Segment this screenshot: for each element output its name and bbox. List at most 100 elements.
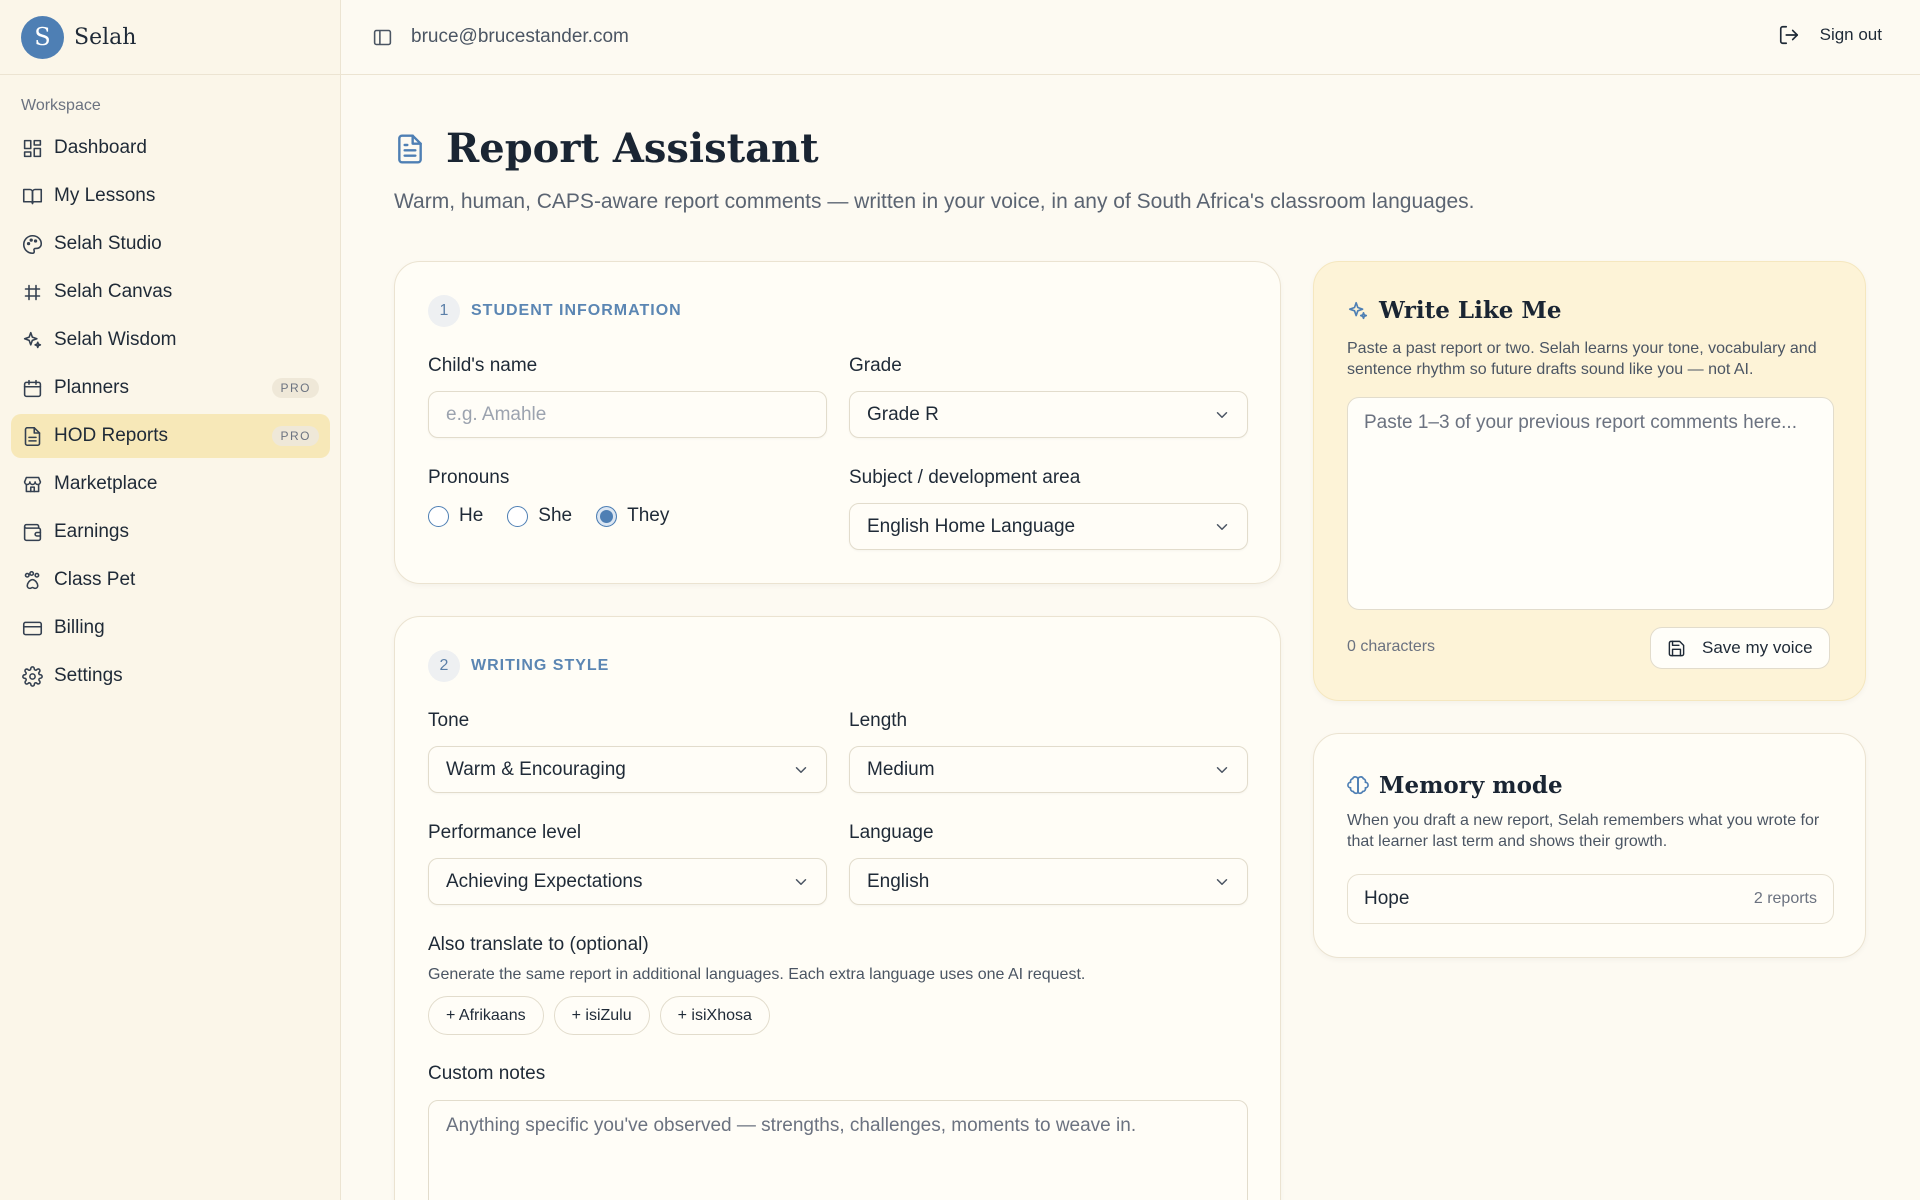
page-subtitle: Warm, human, CAPS-aware report comments … bbox=[394, 190, 1475, 213]
sidebar-item-label: Selah Canvas bbox=[54, 281, 173, 302]
length-select[interactable]: Medium bbox=[849, 746, 1248, 793]
document-icon bbox=[398, 133, 422, 164]
radio-circle-selected bbox=[596, 505, 618, 527]
translate-help: Generate the same report in additional l… bbox=[428, 966, 1086, 983]
length-label: Length bbox=[849, 710, 908, 731]
sidebar-toggle-icon[interactable] bbox=[370, 25, 394, 49]
book-icon bbox=[21, 185, 43, 207]
chevron-down-icon bbox=[1216, 411, 1228, 418]
sidebar-item-label: HOD Reports bbox=[54, 425, 169, 446]
pronoun-radio-she[interactable]: She bbox=[507, 505, 572, 527]
student-information-card: 1 STUDENT INFORMATION Child's name e.g. … bbox=[394, 261, 1281, 584]
sidebar-item-selah-studio[interactable]: Selah Studio bbox=[11, 222, 330, 266]
custom-notes-textarea[interactable]: Anything specific you've observed — stre… bbox=[428, 1100, 1248, 1200]
store-icon bbox=[21, 473, 43, 495]
brand[interactable]: S Selah bbox=[0, 0, 340, 75]
radio-label: He bbox=[459, 505, 484, 526]
sidebar-item-my-lessons[interactable]: My Lessons bbox=[11, 174, 330, 218]
user-email: bruce@brucestander.com bbox=[411, 26, 629, 47]
grade-value: Grade R bbox=[867, 403, 939, 425]
step-title: STUDENT INFORMATION bbox=[471, 302, 682, 319]
write-like-me-title-text: Write Like Me bbox=[1379, 297, 1562, 324]
language-label: Language bbox=[849, 822, 934, 843]
save-my-voice-button[interactable]: Save my voice bbox=[1650, 627, 1830, 669]
sidebar-item-planners[interactable]: Planners PRO bbox=[11, 366, 330, 410]
sidebar-item-label: Settings bbox=[54, 665, 123, 686]
sidebar-item-label: Planners bbox=[54, 377, 129, 398]
wallet-icon bbox=[21, 521, 43, 543]
sparkles-icon bbox=[21, 329, 43, 351]
sidebar: S Selah Workspace Dashboard My Lessons S… bbox=[0, 0, 341, 1200]
pronoun-radio-they[interactable]: They bbox=[596, 505, 669, 527]
sign-out-label: Sign out bbox=[1819, 25, 1882, 44]
sign-out-button[interactable]: Sign out bbox=[1778, 24, 1882, 46]
sidebar-item-billing[interactable]: Billing bbox=[11, 606, 330, 650]
writing-style-card: 2 WRITING STYLE Tone Warm & Encouraging … bbox=[394, 616, 1281, 1200]
learner-report-count: 2 reports bbox=[1753, 890, 1817, 907]
chevron-down-icon bbox=[1216, 766, 1228, 773]
radio-circle bbox=[428, 505, 449, 527]
write-like-me-title: Write Like Me bbox=[1347, 297, 1562, 324]
memory-mode-card: Memory mode When you draft a new report,… bbox=[1313, 733, 1866, 958]
sidebar-item-class-pet[interactable]: Class Pet bbox=[11, 558, 330, 602]
child-name-label: Child's name bbox=[428, 355, 538, 376]
gear-icon bbox=[21, 665, 43, 687]
palette-icon bbox=[21, 233, 43, 255]
sidebar-item-earnings[interactable]: Earnings bbox=[11, 510, 330, 554]
pronoun-radio-he[interactable]: He bbox=[428, 505, 483, 527]
sidebar-item-label: Selah Wisdom bbox=[54, 329, 177, 350]
sidebar-item-label: Marketplace bbox=[54, 473, 158, 494]
page-title: Report Assistant bbox=[446, 125, 819, 172]
learner-name: Hope bbox=[1364, 888, 1410, 909]
translate-chips: + Afrikaans + isiZulu + isiXhosa bbox=[428, 996, 780, 1035]
radio-label: They bbox=[627, 505, 670, 526]
save-icon bbox=[1668, 640, 1685, 656]
length-value: Medium bbox=[867, 758, 935, 780]
step-header: 2 WRITING STYLE bbox=[428, 650, 609, 682]
sidebar-item-selah-wisdom[interactable]: Selah Wisdom bbox=[11, 318, 330, 362]
subject-select[interactable]: English Home Language bbox=[849, 503, 1248, 550]
memory-mode-title-text: Memory mode bbox=[1379, 772, 1563, 799]
voice-sample-textarea[interactable]: Paste 1–3 of your previous report commen… bbox=[1347, 397, 1834, 610]
sidebar-item-label: Class Pet bbox=[54, 569, 136, 590]
sidebar-section-label: Workspace bbox=[21, 97, 101, 114]
memory-mode-description: When you draft a new report, Selah remem… bbox=[1347, 812, 1820, 850]
child-name-input[interactable]: e.g. Amahle bbox=[428, 391, 827, 438]
sidebar-item-marketplace[interactable]: Marketplace bbox=[11, 462, 330, 506]
tone-value: Warm & Encouraging bbox=[446, 758, 626, 780]
brain-icon bbox=[1347, 775, 1369, 794]
memory-mode-title: Memory mode bbox=[1347, 772, 1563, 799]
step-number: 1 bbox=[428, 295, 460, 327]
translate-chip-isixhosa[interactable]: + isiXhosa bbox=[659, 996, 770, 1035]
tone-label: Tone bbox=[428, 710, 470, 731]
subject-value: English Home Language bbox=[867, 515, 1076, 537]
step-title: WRITING STYLE bbox=[471, 657, 610, 674]
grade-select[interactable]: Grade R bbox=[849, 391, 1248, 438]
chevron-down-icon bbox=[1216, 878, 1228, 885]
brand-logo: S bbox=[21, 15, 64, 59]
sidebar-item-label: Dashboard bbox=[54, 137, 147, 158]
brand-name: Selah bbox=[74, 24, 137, 50]
translate-chip-afrikaans[interactable]: + Afrikaans bbox=[428, 996, 544, 1035]
paw-icon bbox=[21, 569, 43, 591]
chevron-down-icon bbox=[795, 878, 807, 885]
calendar-icon bbox=[21, 377, 43, 399]
language-value: English bbox=[867, 870, 930, 892]
learner-memory-row[interactable]: Hope 2 reports bbox=[1347, 874, 1834, 924]
step-header: 1 STUDENT INFORMATION bbox=[428, 295, 682, 327]
sidebar-item-dashboard[interactable]: Dashboard bbox=[11, 126, 330, 170]
page-header: Report Assistant bbox=[394, 125, 819, 172]
step-number: 2 bbox=[428, 650, 460, 682]
topbar: bruce@brucestander.com Sign out bbox=[341, 0, 1920, 75]
sidebar-item-hod-reports[interactable]: HOD Reports PRO bbox=[11, 414, 330, 458]
translate-label: Also translate to (optional) bbox=[428, 934, 649, 955]
sparkles-icon bbox=[1348, 301, 1368, 319]
write-like-me-description: Paste a past report or two. Selah learns… bbox=[1347, 340, 1817, 378]
translate-chip-isizulu[interactable]: + isiZulu bbox=[553, 996, 650, 1035]
tone-select[interactable]: Warm & Encouraging bbox=[428, 746, 827, 793]
sidebar-item-selah-canvas[interactable]: Selah Canvas bbox=[11, 270, 330, 314]
performance-select[interactable]: Achieving Expectations bbox=[428, 858, 827, 905]
sidebar-item-label: Billing bbox=[54, 617, 105, 638]
language-select[interactable]: English bbox=[849, 858, 1248, 905]
sidebar-item-settings[interactable]: Settings bbox=[11, 654, 330, 698]
